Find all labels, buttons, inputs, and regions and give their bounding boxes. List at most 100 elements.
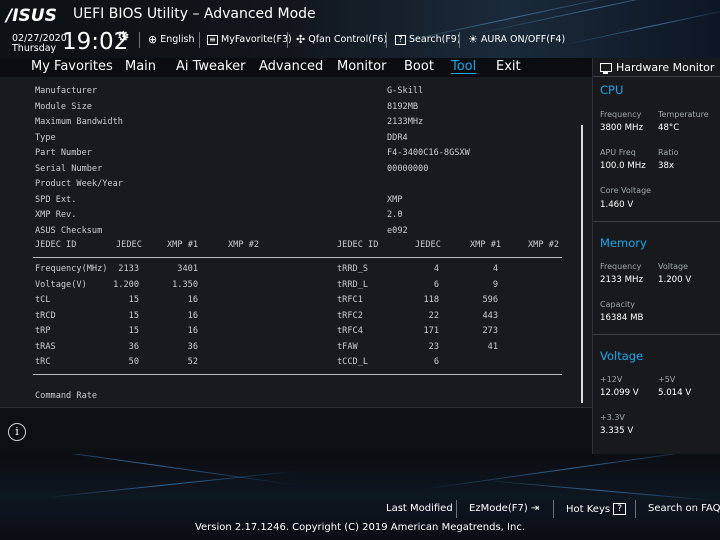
timing-jedec-value: 22 [428,310,439,321]
timing-jedec-value: 171 [423,326,439,336]
divider [33,257,562,258]
memory-frequency-label: Frequency [600,262,642,271]
hardware-monitor-title: Hardware Monitor [600,61,714,74]
timing-name: tRAS [35,341,56,352]
timing-jedec-value: 6 [433,279,439,290]
hot-keys-button[interactable]: Hot Keys ? [566,503,627,515]
timing-jedec-value: 1.200 [113,279,139,290]
search-faq-button[interactable]: Search on FAQ [648,503,720,514]
last-modified-label: Last Modified [386,503,453,514]
ezmode-button[interactable]: EzMode(F7) ⇥ [469,503,539,514]
core-voltage-label: Core Voltage [600,186,652,195]
memory-frequency-value: 2133 MHz [600,275,643,285]
spd-field-label: ASUS Checksum [35,225,103,236]
timing-name: tRFC2 [337,310,363,321]
timing-xmp1-value: 36 [187,341,198,352]
spd-field-label: Maximum Bandwidth [35,117,123,127]
my-favorite-label: MyFavorite(F3) [221,34,292,45]
timing-name: tRCD [35,310,56,321]
spd-field-value: 2.0 [387,210,403,220]
cpu-frequency-value: 3800 MHz [600,123,643,133]
spd-field-label: Product Week/Year [35,179,123,189]
divider [386,32,387,48]
divider [456,500,457,518]
weekday-display: Thursday [12,43,57,54]
ezmode-label: EzMode(F7) [469,503,528,514]
timing-xmp1-value: 273 [482,326,498,336]
memory-section-title: Memory [600,236,647,250]
tab-tool[interactable]: Tool [451,59,476,74]
aura-toggle-button[interactable]: ☀ AURA ON/OFF(F4) [468,34,565,45]
tab-ai-tweaker[interactable]: Ai Tweaker [176,59,245,74]
timing-xmp1-value: 16 [187,295,198,305]
table-column-header: JEDEC [415,240,441,250]
timing-name: tRP [35,326,51,336]
spd-field-label: SPD Ext. [35,194,77,205]
spd-field-label: XMP Rev. [35,210,77,220]
cpu-temperature-value: 48°C [658,123,680,133]
table-column-header: XMP #1 [167,240,199,250]
apu-freq-label: APU Freq [600,148,636,157]
timing-jedec-value: 15 [128,310,139,321]
gear-icon[interactable]: ⚙ [117,29,130,45]
search-button[interactable]: ? Search(F9) [395,34,461,45]
hardware-monitor-panel: Hardware Monitor CPU Frequency Temperatu… [592,58,720,454]
capacity-value: 16384 MB [600,313,644,323]
hot-keys-label: Hot Keys [566,503,611,515]
divider [553,500,554,518]
timing-name: tRC [35,357,51,367]
spd-field-label: Module Size [35,101,92,112]
timing-jedec-value: 2133 [118,264,139,274]
timing-xmp1-value: 4 [492,264,498,274]
timing-jedec-value: 23 [428,341,439,352]
timing-name: Voltage(V) [35,279,87,290]
timing-jedec-value: 4 [433,264,439,274]
tab-boot[interactable]: Boot [404,59,434,74]
table-column-header: JEDEC ID [35,240,77,250]
fan-icon: ✣ [296,33,306,46]
tab-exit[interactable]: Exit [496,59,521,74]
tab-main[interactable]: Main [125,59,156,74]
globe-icon: ⊕ [148,33,158,46]
divider [459,32,460,48]
tab-advanced[interactable]: Advanced [259,59,323,74]
timing-xmp1-value: 596 [482,295,498,305]
scrollbar[interactable] [581,125,583,403]
aura-icon: ☀ [468,33,478,46]
v12-label: +12V [600,375,623,384]
language-label: English [160,34,195,45]
spd-field-value: DDR4 [387,132,408,143]
hardware-monitor-label: Hardware Monitor [616,61,715,74]
language-button[interactable]: ⊕ English [148,34,195,45]
help-bar: i [0,407,592,454]
timing-name: tRRD_L [337,279,369,290]
timing-jedec-value: 15 [128,326,139,336]
ratio-value: 38x [658,161,675,171]
command-rate-label: Command Rate [35,391,98,401]
search-label: Search(F9) [409,34,461,45]
timing-jedec-value: 118 [423,295,439,305]
apu-freq-value: 100.0 MHz [600,161,646,171]
app-title: UEFI BIOS Utility – Advanced Mode [73,6,316,22]
tab-monitor[interactable]: Monitor [337,59,386,74]
info-icon[interactable]: i [8,423,26,441]
divider [593,334,720,335]
spd-field-value: e092 [387,225,408,236]
qfan-control-button[interactable]: ✣ Qfan Control(F6) [296,34,387,45]
spd-field-label: Serial Number [35,163,103,174]
footer-bar: Last Modified EzMode(F7) ⇥ Hot Keys ? Se… [0,454,720,540]
cpu-section-title: CPU [600,83,624,97]
my-favorite-button[interactable]: ≡ MyFavorite(F3) [207,34,292,45]
timing-xmp1-value: 1.350 [172,279,198,290]
spd-field-label: Manufacturer [35,86,98,96]
table-column-header: XMP #2 [228,240,260,250]
tab-my-favorites[interactable]: My Favorites [31,59,113,74]
search-icon: ? [395,34,406,45]
cpu-frequency-label: Frequency [600,110,642,119]
timing-xmp1-value: 3401 [177,264,198,274]
header-bar: /ISUS UEFI BIOS Utility – Advanced Mode … [0,0,720,58]
voltage-section-title: Voltage [600,349,644,363]
last-modified-button[interactable]: Last Modified [386,503,453,514]
v33-value: 3.335 V [600,426,634,436]
timing-xmp1-value: 9 [492,279,498,290]
